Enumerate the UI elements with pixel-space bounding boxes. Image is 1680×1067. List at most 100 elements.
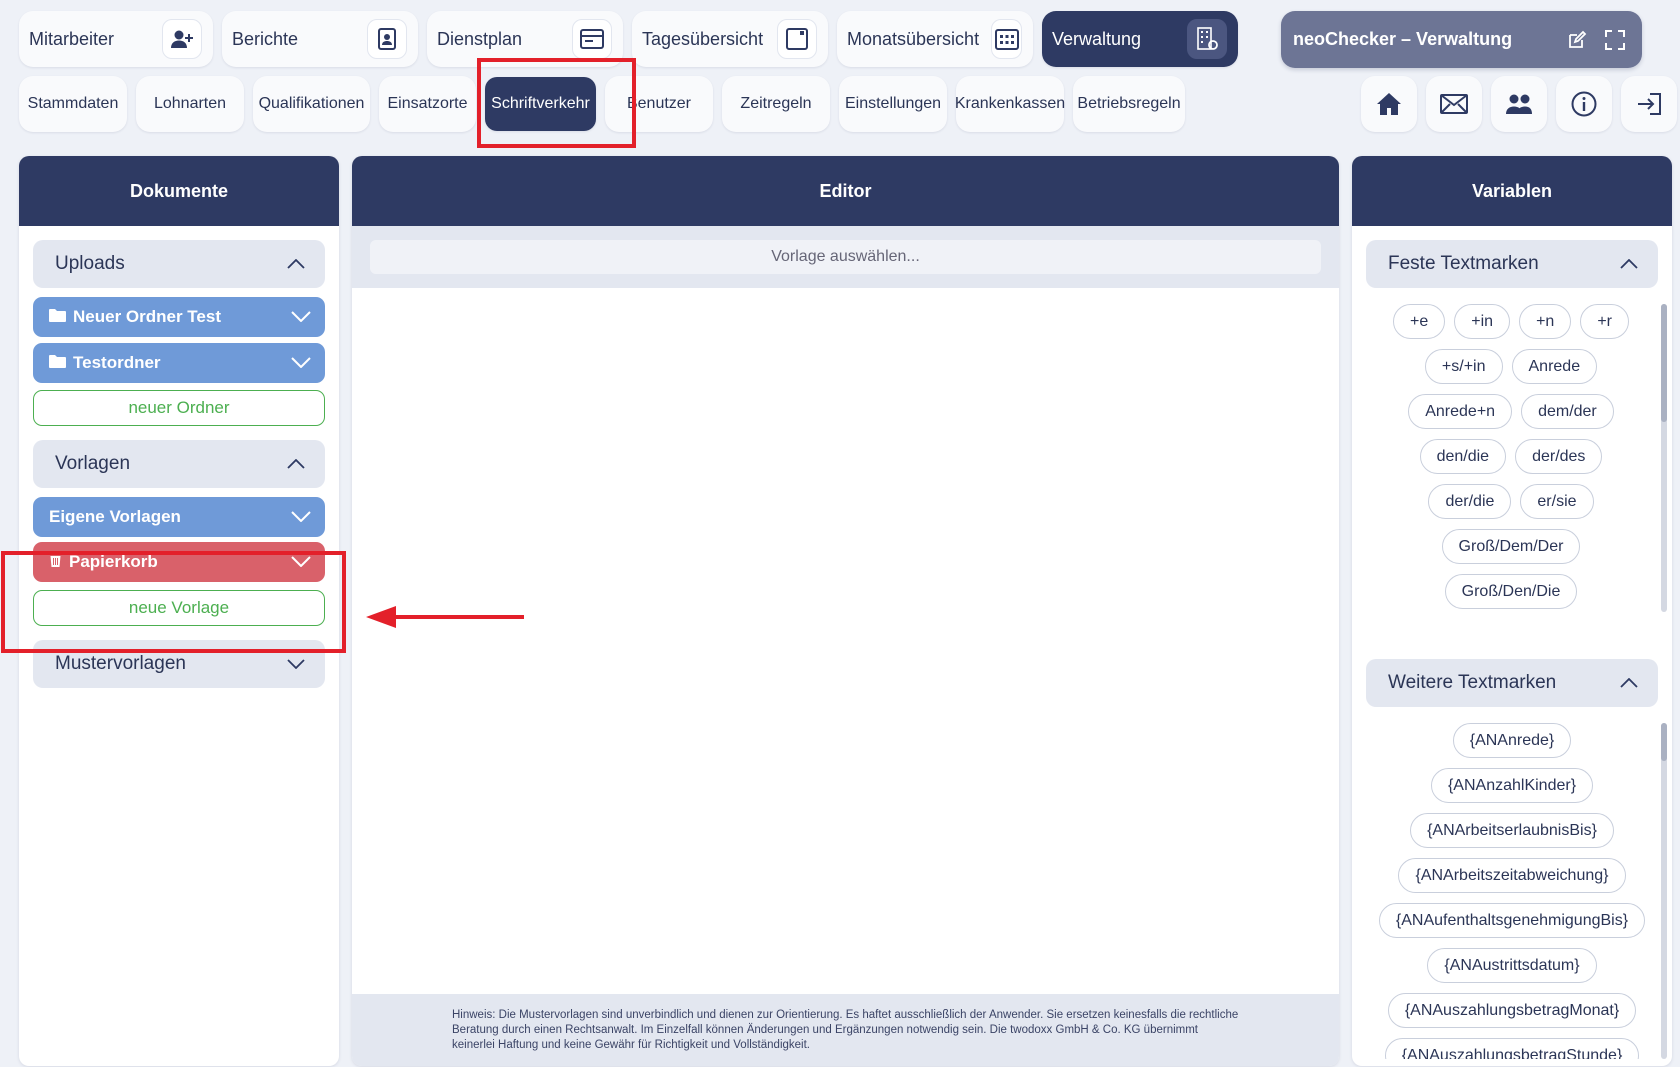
mail-icon[interactable] (1426, 76, 1482, 132)
fixed-chip-group: +e +in +n +r +s/+in Anrede Anrede+n dem/der den/… (1380, 304, 1642, 612)
variable-chip[interactable]: {ANAufenthaltsgenehmigungBis} (1378, 903, 1646, 938)
folder-label: Testordner (73, 353, 161, 372)
tab-einstellungen[interactable]: Einstellungen (839, 76, 947, 132)
window-title: neoChecker – Verwaltung (1293, 29, 1513, 49)
vorlagen-section[interactable]: Vorlagen (33, 440, 325, 488)
variables-header: Variablen (1352, 156, 1672, 226)
documents-header: Dokumente (19, 156, 339, 226)
folder-icon (49, 353, 66, 373)
new-folder-button[interactable]: neuer Ordner (33, 390, 325, 426)
more-markers-scrollbar[interactable] (1661, 723, 1667, 1059)
variable-chip[interactable]: Anrede (1511, 349, 1598, 384)
nav-label: Monatsübersicht (847, 28, 980, 49)
more-markers-list: {ANAnrede} {ANAnzahlKinder} {ANArbeitserla… (1352, 723, 1672, 1059)
variable-chip[interactable]: {ANAuszahlungsbetragStunde} (1384, 1038, 1640, 1059)
disclaimer-text: Hinweis: Die Mustervorlagen sind unverbi… (352, 994, 1339, 1066)
annotation-arrow (366, 606, 524, 628)
chevron-down-icon (291, 507, 311, 527)
tab-betriebsregeln[interactable]: Betriebsregeln (1073, 76, 1185, 132)
variable-chip[interactable]: er/sie (1520, 484, 1594, 519)
quick-actions (1361, 76, 1677, 132)
editor-header: Editor (352, 156, 1339, 226)
variable-chip[interactable]: +r (1580, 304, 1629, 339)
annotation-highlight-tab (477, 58, 636, 148)
edit-icon[interactable] (1562, 25, 1592, 55)
fullscreen-icon[interactable] (1600, 25, 1630, 55)
variable-chip[interactable]: dem/der (1521, 394, 1614, 429)
variable-chip[interactable]: {ANAnrede} (1452, 723, 1572, 758)
chevron-down-icon (287, 653, 305, 675)
nav-berichte[interactable]: Berichte (222, 11, 418, 67)
more-chip-group: {ANAnrede} {ANAnzahlKinder} {ANArbeitserla… (1366, 723, 1658, 1059)
variable-chip[interactable]: {ANAuszahlungsbetragMonat} (1387, 993, 1637, 1028)
day-view-icon (777, 19, 817, 59)
fixed-markers-section[interactable]: Feste Textmarken (1366, 240, 1658, 288)
users-icon[interactable] (1491, 76, 1547, 132)
variable-chip[interactable]: +n (1519, 304, 1572, 339)
tab-stammdaten[interactable]: Stammdaten (19, 76, 127, 132)
variable-chip[interactable]: den/die (1419, 439, 1507, 474)
tab-qualifikationen[interactable]: Qualifikationen (253, 76, 370, 132)
nav-tagesuebersicht[interactable]: Tagesübersicht (632, 11, 828, 67)
template-select[interactable]: Vorlage auswählen... (370, 240, 1321, 274)
tab-zeitregeln[interactable]: Zeitregeln (722, 76, 830, 132)
home-icon[interactable] (1361, 76, 1417, 132)
nav-monatsuebersicht[interactable]: Monatsübersicht (837, 11, 1033, 67)
folder-neuer-ordner-test[interactable]: Neuer Ordner Test (33, 297, 325, 337)
uploads-section[interactable]: Uploads (33, 240, 325, 288)
folder-testordner[interactable]: Testordner (33, 343, 325, 383)
fixed-markers-scrollbar[interactable] (1661, 304, 1667, 612)
report-icon (367, 19, 407, 59)
annotation-highlight-new-template (1, 551, 346, 653)
chevron-up-icon (1620, 672, 1638, 694)
uploads-label: Uploads (55, 253, 125, 274)
nav-mitarbeiter[interactable]: Mitarbeiter (19, 11, 213, 67)
user-plus-icon (162, 19, 202, 59)
fixed-markers-list: +e +in +n +r +s/+in Anrede Anrede+n dem/der den/… (1352, 304, 1672, 612)
tab-einsatzorte[interactable]: Einsatzorte (379, 76, 476, 132)
nav-label: Berichte (232, 28, 299, 49)
nav-label: Verwaltung (1052, 28, 1142, 49)
variable-chip[interactable]: {ANAustrittsdatum} (1427, 948, 1597, 983)
tab-krankenkassen[interactable]: Krankenkassen (955, 76, 1065, 132)
variable-chip[interactable]: +s/+in (1424, 349, 1503, 384)
variable-chip[interactable]: {ANArbeitserlaubnisBis} (1410, 813, 1614, 848)
fixed-markers-label: Feste Textmarken (1388, 253, 1539, 274)
scroll-thumb[interactable] (1661, 304, 1667, 422)
more-markers-section[interactable]: Weitere Textmarken (1366, 659, 1658, 707)
variable-chip[interactable]: der/des (1515, 439, 1603, 474)
variable-chip[interactable]: Groß/Den/Die (1444, 574, 1578, 609)
chevron-up-icon (287, 253, 305, 275)
variable-chip[interactable]: {ANArbeitszeitabweichung} (1398, 858, 1626, 893)
schedule-icon (572, 19, 612, 59)
variable-chip[interactable]: Groß/Dem/Der (1441, 529, 1581, 564)
building-gear-icon (1187, 19, 1227, 59)
logout-icon[interactable] (1621, 76, 1677, 132)
mustervorlagen-label: Mustervorlagen (55, 653, 186, 674)
more-markers-label: Weitere Textmarken (1388, 672, 1557, 693)
vorlagen-label: Vorlagen (55, 453, 131, 474)
chevron-up-icon (1620, 253, 1638, 275)
folder-label: Neuer Ordner Test (73, 307, 222, 326)
nav-label: Tagesübersicht (642, 28, 764, 49)
chevron-up-icon (287, 453, 305, 475)
variables-panel: Variablen Feste Textmarken +e +in +n +r +s/+… (1352, 156, 1672, 1066)
folder-icon (49, 307, 66, 327)
info-icon[interactable] (1556, 76, 1612, 132)
variable-chip[interactable]: der/die (1428, 484, 1512, 519)
window-title-bar: neoChecker – Verwaltung (1281, 11, 1642, 68)
nav-label: Dienstplan (437, 28, 523, 49)
nav-verwaltung[interactable]: Verwaltung (1042, 11, 1238, 67)
nav-label: Mitarbeiter (29, 28, 115, 49)
tab-lohnarten[interactable]: Lohnarten (136, 76, 244, 132)
folder-eigene-vorlagen[interactable]: Eigene Vorlagen (33, 497, 325, 537)
chevron-down-icon (291, 307, 311, 327)
variable-chip[interactable]: Anrede+n (1408, 394, 1513, 429)
folder-label: Eigene Vorlagen (49, 507, 181, 526)
chevron-down-icon (291, 353, 311, 373)
scroll-thumb[interactable] (1661, 723, 1667, 761)
variable-chip[interactable]: {ANAnzahlKinder} (1430, 768, 1594, 803)
calendar-icon (991, 19, 1022, 59)
variable-chip[interactable]: +in (1454, 304, 1511, 339)
variable-chip[interactable]: +e (1393, 304, 1446, 339)
